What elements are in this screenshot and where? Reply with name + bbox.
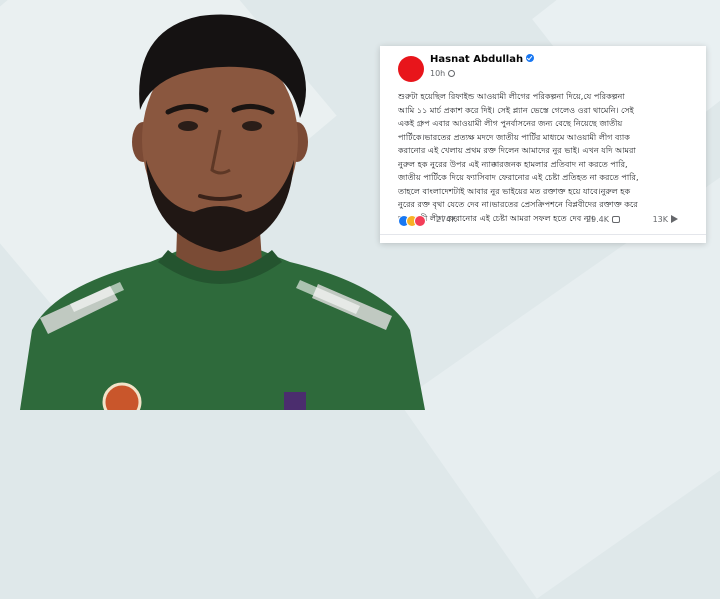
post-meta: 10h: [430, 69, 456, 78]
author-name[interactable]: Hasnat Abdullah: [430, 54, 523, 65]
comment-count-value: 29.4K: [585, 215, 609, 224]
share-count-value: 13K: [652, 215, 668, 224]
post-text-line: শুরুটা হয়েছিল রিফাইন্ড আওয়ামী লীগের পর…: [398, 91, 625, 101]
share-icon: [671, 215, 678, 223]
comment-count[interactable]: 29.4K: [586, 215, 620, 224]
reaction-count[interactable]: 274K: [436, 215, 457, 224]
post-text-line: পার্টিকে।ভারতের প্রত্যক্ষ মদদে জাতীয় পা…: [398, 131, 630, 142]
post-text-line: করানোর এই খেলায় প্রথম রক্ত দিলেন আমাদের…: [398, 145, 636, 155]
post-action-divider: [380, 234, 706, 244]
post-body: শুরুটা হয়েছিল রিফাইন্ড আওয়ামী লীগের পর…: [398, 90, 702, 225]
post-text-line: আমি ১১ মার্চ প্রকাশ করে দিই। সেই প্ল্যান…: [398, 104, 634, 115]
facebook-post-card: Hasnat Abdullah 10h শুরুটা হয়েছিল রিফাই…: [380, 46, 706, 243]
share-count[interactable]: 13K: [653, 215, 678, 224]
post-text-line: নুরুল হক নুরের উপর এই ন্যাক্কারজনক হামলা…: [398, 158, 628, 169]
author-name-row: Hasnat Abdullah: [430, 54, 535, 65]
post-text-line: তাহলে বাংলাদেশটাই আবার নুর ভাইয়ের মত রক…: [398, 185, 631, 196]
portrait-photo: [20, 14, 425, 410]
comment-icon: [612, 216, 620, 223]
globe-icon: [448, 70, 456, 77]
love-icon: [414, 215, 426, 227]
post-text-line: একই গ্রুপ এবার আওয়ামী লীগ পুনর্বাসনের জ…: [398, 118, 623, 128]
post-text-line: জাতীয় পার্টিকে দিয়ে ফ্যাসিবাদ ফেরানোর …: [398, 172, 639, 182]
post-time[interactable]: 10h: [430, 69, 445, 78]
post-text-line: নুরের রক্ত বৃথা যেতে দেব না।ভারতের প্রেস…: [398, 199, 638, 209]
post-stats-bar: 274K 29.4K 13K: [398, 214, 696, 230]
verified-badge-icon: [526, 54, 535, 62]
avatar[interactable]: [398, 56, 424, 82]
